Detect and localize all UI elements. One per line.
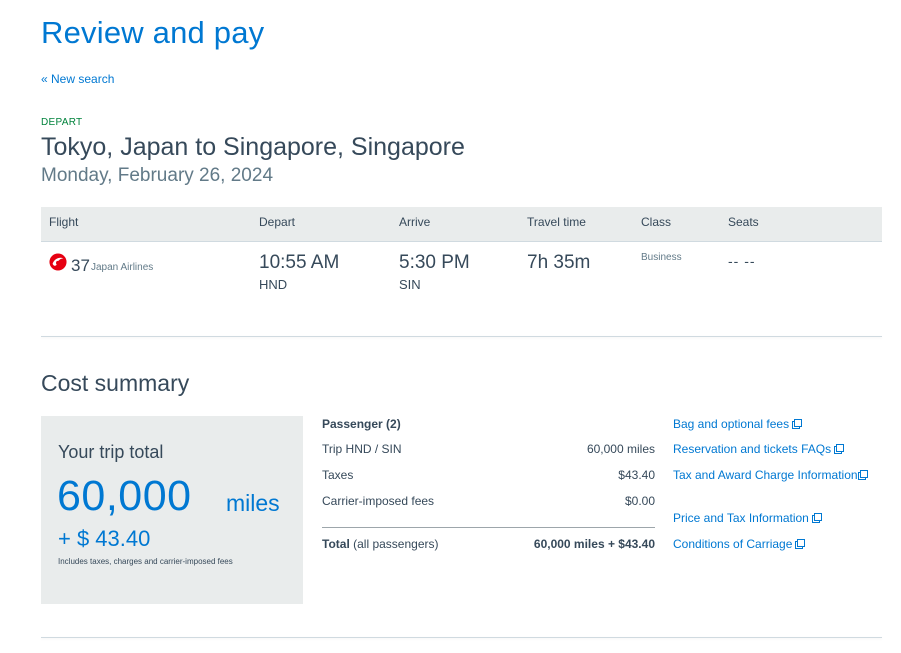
cash-amount: + $ 43.40 [58, 526, 151, 551]
route-date: Monday, February 26, 2024 [41, 165, 274, 186]
seats-value: -- -- [728, 253, 756, 269]
total-label-rest: (all passengers) [353, 537, 439, 551]
miles-amount: 60,000 [57, 472, 192, 520]
trip-total-label: Your trip total [58, 442, 164, 462]
total-label: Total (all passengers) [322, 537, 439, 551]
link-label: Price and Tax Information [673, 511, 809, 525]
header-travel-time: Travel time [527, 215, 586, 229]
external-link-icon [834, 444, 845, 454]
depart-time: 10:55 AM [259, 252, 340, 273]
total-value: 60,000 miles + $43.40 [533, 537, 655, 551]
conditions-of-carriage-link[interactable]: Conditions of Carriage [673, 536, 806, 553]
header-arrive: Arrive [399, 215, 431, 229]
external-link-icon [792, 419, 803, 429]
external-link-icon [857, 470, 868, 480]
flight-number: 37 [71, 256, 90, 275]
link-label: Tax and Award Charge Information [673, 468, 858, 482]
arrive-airport: SIN [399, 277, 421, 292]
total-label-bold: Total [322, 537, 350, 551]
link-label: Reservation and tickets FAQs [673, 442, 832, 456]
section-divider [41, 637, 882, 638]
section-divider [41, 336, 882, 337]
tax-award-info-link[interactable]: Tax and Award Charge Information [673, 467, 868, 484]
trip-total-box: Your trip total 60,000 miles + $ 43.40 I… [41, 416, 303, 604]
external-link-icon [795, 539, 806, 549]
flight-table-header: Flight Depart Arrive Travel time Class S… [41, 207, 882, 241]
cost-summary-title: Cost summary [41, 370, 190, 396]
price-tax-info-link[interactable]: Price and Tax Information [673, 510, 822, 527]
depart-airport: HND [259, 277, 288, 292]
page-title: Review and pay [41, 15, 265, 50]
link-label: Bag and optional fees [673, 417, 790, 431]
route-title: Tokyo, Japan to Singapore, Singapore [41, 133, 465, 161]
header-class: Class [641, 215, 672, 229]
table-row: 37 Japan Airlines 10:55 AM HND 5:30 PM S… [41, 241, 882, 301]
travel-time: 7h 35m [527, 252, 591, 273]
breakdown-label: Carrier-imposed fees [322, 494, 435, 508]
bag-fees-link[interactable]: Bag and optional fees [673, 416, 803, 433]
flight-table: Flight Depart Arrive Travel time Class S… [41, 207, 882, 301]
passenger-heading-label: Passenger (2) [322, 417, 401, 431]
jal-crane-icon [49, 253, 67, 271]
external-link-icon [811, 513, 822, 523]
header-depart: Depart [259, 215, 296, 229]
new-search-link[interactable]: « New search [41, 72, 114, 86]
breakdown-value: $0.00 [624, 494, 655, 508]
breakdown-label: Taxes [322, 468, 354, 482]
breakdown-value: 60,000 miles [586, 442, 655, 456]
link-label: Conditions of Carriage [673, 537, 793, 551]
includes-note: Includes taxes, charges and carrier-impo… [58, 557, 233, 566]
cabin-class: Business [641, 252, 682, 263]
airline-name: Japan Airlines [91, 262, 154, 273]
miles-unit: miles [226, 490, 280, 516]
header-flight: Flight [49, 215, 79, 229]
depart-label: DEPART [41, 117, 83, 128]
breakdown-divider [322, 527, 655, 528]
reservation-faqs-link[interactable]: Reservation and tickets FAQs [673, 441, 845, 458]
arrive-time: 5:30 PM [399, 252, 470, 273]
header-seats: Seats [728, 215, 759, 229]
breakdown-value: $43.40 [618, 468, 655, 482]
breakdown-label: Trip HND / SIN [322, 442, 402, 456]
